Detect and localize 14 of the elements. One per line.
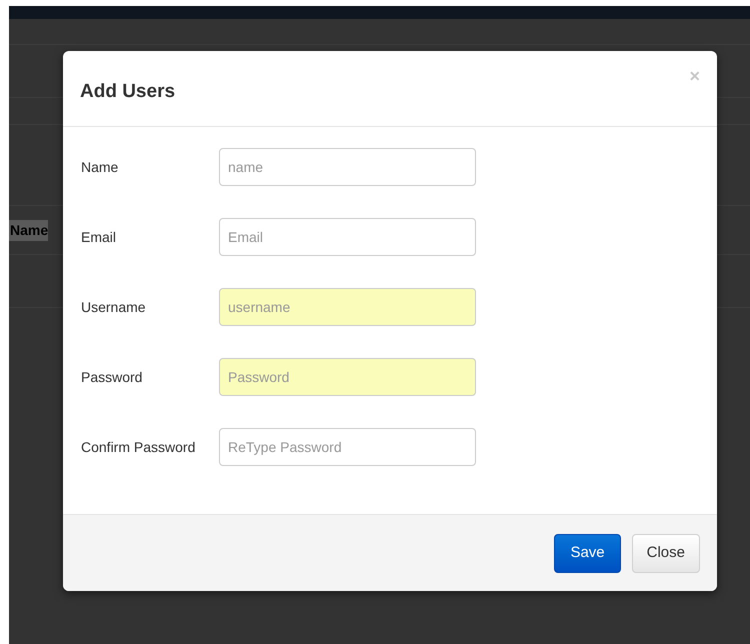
field-label: Name xyxy=(81,158,120,176)
field-label: Password xyxy=(81,368,144,386)
input-field[interactable]: name xyxy=(219,148,476,186)
save-button[interactable]: Save xyxy=(554,534,621,572)
field-label: Confirm Password xyxy=(81,438,196,456)
input-field[interactable]: Email xyxy=(219,218,476,256)
close-button[interactable]: Close xyxy=(632,534,700,572)
input-field[interactable]: username xyxy=(219,288,476,326)
field-label: Email xyxy=(81,228,118,246)
input-field[interactable]: Password xyxy=(219,358,476,396)
dialog-title: Add Users xyxy=(80,80,176,104)
column-header: Name xyxy=(9,220,48,240)
input-field[interactable]: ReType Password xyxy=(219,428,476,466)
field-label: Username xyxy=(81,298,147,316)
